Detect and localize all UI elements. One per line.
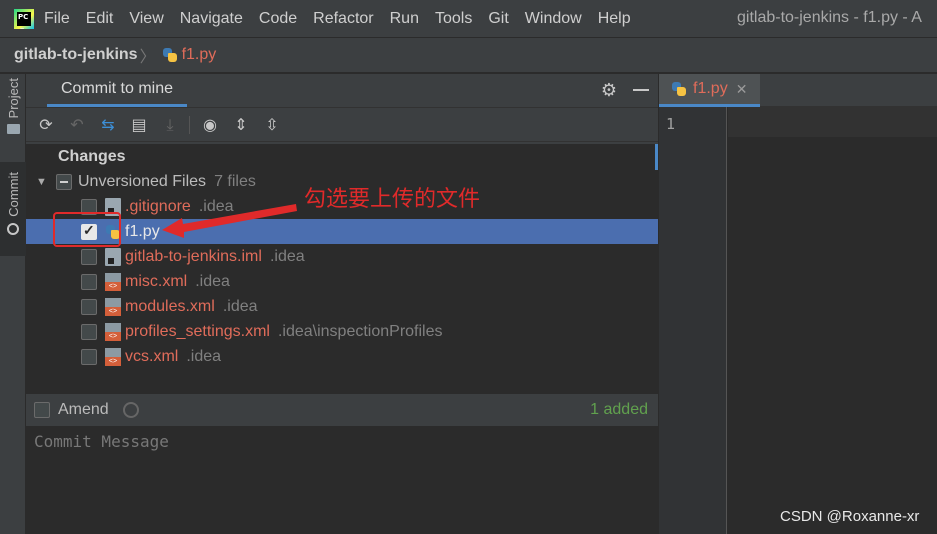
added-status: 1 added xyxy=(590,401,648,418)
file-path: .idea xyxy=(222,297,258,315)
file-checkbox[interactable] xyxy=(81,348,97,365)
file-checkbox[interactable] xyxy=(81,273,97,290)
xml-file-icon xyxy=(105,347,121,366)
current-line-highlight xyxy=(728,107,937,137)
menu-tools[interactable]: Tools xyxy=(435,10,472,28)
python-file-icon xyxy=(162,47,178,63)
file-path: .idea xyxy=(195,272,230,290)
breadcrumb-separator: 〉 xyxy=(139,49,156,66)
changes-label: Changes xyxy=(58,147,126,165)
refresh-icon[interactable]: ⟳ xyxy=(36,115,56,135)
editor-tabs: f1.py ✕ xyxy=(659,74,937,107)
annotation-text: 勾选要上传的文件 xyxy=(304,187,481,212)
tab-project[interactable]: Project xyxy=(0,78,26,154)
amend-checkbox[interactable] xyxy=(34,402,50,418)
menu-navigate[interactable]: Navigate xyxy=(180,10,243,28)
menu-code[interactable]: Code xyxy=(259,10,297,28)
breadcrumb-file[interactable]: f1.py xyxy=(182,46,217,64)
file-path: .idea xyxy=(198,197,234,215)
menu-window[interactable]: Window xyxy=(525,10,582,28)
menu-git[interactable]: Git xyxy=(488,10,508,28)
breadcrumb: gitlab-to-jenkins 〉 f1.py xyxy=(0,37,937,73)
annotation-highlight-box xyxy=(53,212,121,247)
tool-window-strip: Project Commit xyxy=(0,74,26,534)
file-row-misc[interactable]: misc.xml .idea xyxy=(26,269,658,294)
window-title: gitlab-to-jenkins - f1.py - A xyxy=(737,9,922,26)
tab-project-label: Project xyxy=(5,78,21,119)
file-row-profiles[interactable]: profiles_settings.xml .idea\inspectionPr… xyxy=(26,319,658,344)
file-row-modules[interactable]: modules.xml .idea xyxy=(26,294,658,319)
file-checkbox[interactable] xyxy=(81,323,97,340)
commit-toolbar: ⟳ ↶ ⇆ ▤ ⤓ ◉ ⇕ ⇳ xyxy=(26,107,658,142)
close-icon[interactable]: ✕ xyxy=(736,81,748,98)
line-number: 1 xyxy=(666,115,676,133)
commit-message-area xyxy=(26,426,658,534)
gear-icon[interactable]: ⚙ xyxy=(599,81,619,101)
tab-commit[interactable]: Commit xyxy=(0,162,26,256)
folder-icon xyxy=(6,124,20,135)
menu-run[interactable]: Run xyxy=(390,10,419,28)
menu-file[interactable]: File xyxy=(44,10,70,28)
editor-tab-f1py[interactable]: f1.py ✕ xyxy=(659,74,760,107)
view-options-icon[interactable]: ◉ xyxy=(200,115,220,135)
editor-tab-label: f1.py xyxy=(693,80,728,97)
tab-commit-to-mine[interactable]: Commit to mine xyxy=(47,74,187,107)
rollback-icon[interactable]: ↶ xyxy=(67,115,87,135)
file-checkbox[interactable] xyxy=(81,298,97,315)
commit-panel: Commit to mine ⚙ ⟳ ↶ ⇆ ▤ ⤓ ◉ ⇕ ⇳ Changes… xyxy=(26,74,658,534)
commit-panel-header: Commit to mine ⚙ xyxy=(26,74,658,107)
file-name: misc.xml xyxy=(125,272,188,290)
xml-file-icon xyxy=(105,272,121,291)
expand-all-icon[interactable]: ⇕ xyxy=(231,115,251,135)
minimize-icon[interactable] xyxy=(633,89,649,91)
file-path: .idea xyxy=(269,247,305,265)
amend-label: Amend xyxy=(58,401,109,418)
group-count: 7 files xyxy=(214,172,256,190)
pycharm-logo-icon: PC _ xyxy=(14,8,34,29)
group-label: Unversioned Files xyxy=(78,172,207,190)
xml-file-icon xyxy=(105,297,121,316)
breadcrumb-project[interactable]: gitlab-to-jenkins xyxy=(14,46,138,64)
file-row-vcs[interactable]: vcs.xml .idea xyxy=(26,344,658,369)
python-file-icon xyxy=(671,81,687,97)
amend-bar: Amend 1 added xyxy=(26,394,658,426)
file-name: vcs.xml xyxy=(125,347,179,365)
file-path: .idea xyxy=(186,347,222,365)
changes-header: Changes xyxy=(26,144,658,169)
module-file-icon xyxy=(105,247,121,266)
watermark: CSDN @Roxanne-xr xyxy=(780,508,920,525)
file-name: .gitignore xyxy=(125,197,191,215)
commit-message-input[interactable] xyxy=(34,432,650,451)
collapse-all-icon[interactable]: ⇳ xyxy=(262,115,282,135)
menu-help[interactable]: Help xyxy=(598,10,631,28)
editor-body[interactable] xyxy=(728,107,937,534)
xml-file-icon xyxy=(105,322,121,341)
file-row-iml[interactable]: gitlab-to-jenkins.iml .idea xyxy=(26,244,658,269)
file-checkbox[interactable] xyxy=(81,248,97,265)
diff-icon[interactable]: ⇆ xyxy=(98,115,118,135)
menu-edit[interactable]: Edit xyxy=(86,10,114,28)
group-checkbox[interactable] xyxy=(56,173,72,190)
show-diff-icon[interactable]: ▤ xyxy=(129,115,149,135)
clock-icon[interactable] xyxy=(122,402,139,418)
menu-refactor[interactable]: Refactor xyxy=(313,10,373,28)
file-name: f1.py xyxy=(125,222,160,240)
chevron-down-icon[interactable]: ▼ xyxy=(36,176,48,188)
commit-icon xyxy=(7,222,19,235)
file-name: gitlab-to-jenkins.iml xyxy=(125,247,262,265)
editor-gutter xyxy=(659,107,727,534)
toolbar-separator xyxy=(189,115,190,134)
file-path: .idea\inspectionProfiles xyxy=(277,322,443,340)
file-name: modules.xml xyxy=(125,297,215,315)
menu-view[interactable]: View xyxy=(129,10,163,28)
tab-commit-label: Commit xyxy=(5,172,21,217)
shelve-icon[interactable]: ⤓ xyxy=(160,115,180,135)
file-name: profiles_settings.xml xyxy=(125,322,270,340)
